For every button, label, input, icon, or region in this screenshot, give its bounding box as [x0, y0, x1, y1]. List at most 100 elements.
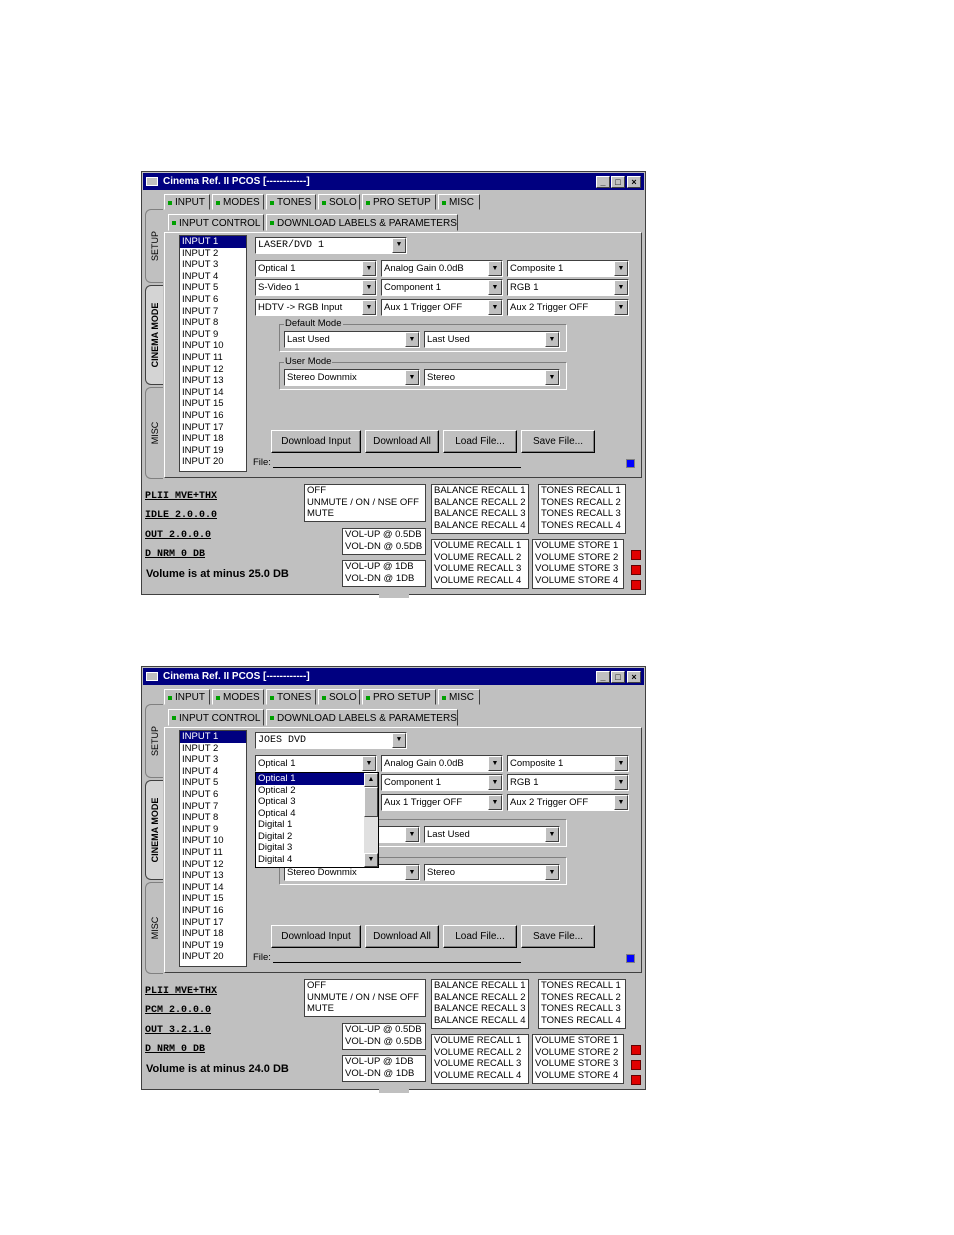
mute-options-list[interactable]: OFF UNMUTE / ON / NSE OFF MUTE — [304, 979, 426, 1017]
chevron-down-icon[interactable]: ▼ — [405, 332, 419, 347]
list-item[interactable]: INPUT 8 — [180, 317, 246, 329]
chevron-down-icon[interactable]: ▼ — [488, 775, 502, 790]
list-item[interactable]: INPUT 10 — [180, 340, 246, 352]
list-item[interactable]: VOLUME STORE 1 — [535, 540, 623, 552]
tab-solo[interactable]: SOLO — [318, 194, 360, 210]
chevron-down-icon[interactable]: ▼ — [614, 775, 628, 790]
default-mode-select-1[interactable]: Last Used ▼ — [284, 331, 420, 348]
list-item[interactable]: INPUT 17 — [180, 422, 246, 434]
list-item[interactable]: TONES RECALL 3 — [541, 508, 625, 520]
list-item[interactable]: VOL-DN @ 1DB — [345, 573, 425, 585]
list-item[interactable]: VOLUME RECALL 4 — [434, 1070, 528, 1082]
aux1-trigger-select[interactable]: Aux 1 Trigger OFF ▼ — [381, 794, 503, 811]
dropdown-option[interactable]: Digital 2 — [256, 831, 364, 843]
list-item[interactable]: INPUT 15 — [180, 893, 246, 905]
list-item[interactable]: INPUT 14 — [180, 387, 246, 399]
list-item[interactable]: INPUT 2 — [180, 743, 246, 755]
list-item[interactable]: INPUT 7 — [180, 801, 246, 813]
tab-modes[interactable]: MODES — [212, 194, 264, 210]
side-tab-misc[interactable]: MISC — [145, 387, 163, 479]
chevron-down-icon[interactable]: ▼ — [545, 865, 559, 880]
list-item[interactable]: OFF — [307, 485, 425, 497]
list-item[interactable]: VOLUME RECALL 3 — [434, 563, 528, 575]
chevron-down-icon[interactable]: ▼ — [488, 795, 502, 810]
list-item[interactable]: INPUT 7 — [180, 306, 246, 318]
input-label-combo[interactable]: JOES DVD ▼ — [255, 732, 407, 749]
subtab-input-control[interactable]: INPUT CONTROL — [168, 709, 264, 726]
list-item[interactable]: VOLUME STORE 3 — [535, 563, 623, 575]
balance-recall-list[interactable]: BALANCE RECALL 1 BALANCE RECALL 2 BALANC… — [431, 484, 529, 534]
list-item[interactable]: INPUT 11 — [180, 847, 246, 859]
list-item[interactable]: VOL-UP @ 1DB — [345, 1056, 425, 1068]
red-store-button-3[interactable] — [631, 1075, 641, 1085]
list-item[interactable]: TONES RECALL 4 — [541, 520, 625, 532]
list-item[interactable]: INPUT 18 — [180, 928, 246, 940]
side-tab-setup[interactable]: SETUP — [145, 704, 163, 778]
list-item[interactable]: INPUT 19 — [180, 940, 246, 952]
dropdown-option[interactable]: Optical 1 — [256, 773, 364, 785]
volume-recall-list[interactable]: VOLUME RECALL 1 VOLUME RECALL 2 VOLUME R… — [431, 539, 529, 589]
dropdown-option[interactable]: Digital 3 — [256, 842, 364, 854]
list-item[interactable]: INPUT 20 — [180, 456, 246, 468]
chevron-down-icon[interactable]: ▼ — [362, 756, 376, 771]
maximize-button[interactable]: □ — [611, 176, 625, 188]
list-item[interactable]: INPUT 12 — [180, 859, 246, 871]
title-bar[interactable]: Cinema Ref. II PCOS [------------] _ □ × — [143, 668, 644, 685]
list-item[interactable]: TONES RECALL 1 — [541, 980, 625, 992]
composite-select[interactable]: Composite 1 ▼ — [507, 260, 629, 277]
chevron-down-icon[interactable]: ▼ — [392, 733, 406, 748]
vol-half-db-list[interactable]: VOL-UP @ 0.5DB VOL-DN @ 0.5DB — [342, 1023, 426, 1050]
tab-modes[interactable]: MODES — [212, 689, 264, 705]
chevron-down-icon[interactable]: ▼ — [405, 827, 419, 842]
chevron-down-icon[interactable]: ▼ — [488, 261, 502, 276]
list-item[interactable]: MUTE — [307, 1003, 425, 1015]
list-item[interactable]: VOL-DN @ 0.5DB — [345, 541, 425, 553]
chevron-down-icon[interactable]: ▼ — [488, 756, 502, 771]
chevron-down-icon[interactable]: ▼ — [488, 300, 502, 315]
chevron-down-icon[interactable]: ▼ — [405, 370, 419, 385]
rgb-select[interactable]: RGB 1 ▼ — [507, 279, 629, 296]
side-tab-setup[interactable]: SETUP — [145, 209, 163, 283]
analog-gain-select[interactable]: Analog Gain 0.0dB ▼ — [381, 260, 503, 277]
blue-indicator-button[interactable] — [626, 459, 635, 468]
list-item[interactable]: MUTE — [307, 508, 425, 520]
side-tab-misc[interactable]: MISC — [145, 882, 163, 974]
list-item[interactable]: BALANCE RECALL 4 — [434, 1015, 528, 1027]
save-file-button[interactable]: Save File... — [521, 430, 595, 453]
list-item[interactable]: INPUT 16 — [180, 410, 246, 422]
minimize-button[interactable]: _ — [596, 176, 610, 188]
aux2-trigger-select[interactable]: Aux 2 Trigger OFF ▼ — [507, 794, 629, 811]
close-button[interactable]: × — [627, 671, 641, 683]
list-item[interactable]: VOL-UP @ 0.5DB — [345, 1024, 425, 1036]
download-all-button[interactable]: Download All — [365, 925, 439, 948]
download-input-button[interactable]: Download Input — [271, 430, 361, 453]
list-item[interactable]: INPUT 6 — [180, 294, 246, 306]
tab-input[interactable]: INPUT — [164, 194, 210, 210]
list-item[interactable]: VOLUME RECALL 1 — [434, 540, 528, 552]
red-store-button-2[interactable] — [631, 1060, 641, 1070]
input-list[interactable]: INPUT 1 INPUT 2 INPUT 3 INPUT 4 INPUT 5 INPUT… — [179, 730, 247, 967]
load-file-button[interactable]: Load File... — [443, 925, 517, 948]
subtab-download-labels[interactable]: DOWNLOAD LABELS & PARAMETERS — [266, 709, 458, 726]
vol-one-db-list[interactable]: VOL-UP @ 1DB VOL-DN @ 1DB — [342, 560, 426, 587]
component-select[interactable]: Component 1 ▼ — [381, 774, 503, 791]
list-item[interactable]: INPUT 4 — [180, 766, 246, 778]
list-item[interactable]: BALANCE RECALL 1 — [434, 485, 528, 497]
red-store-button-2[interactable] — [631, 565, 641, 575]
default-mode-select-2[interactable]: Last Used ▼ — [424, 826, 560, 843]
list-item[interactable]: BALANCE RECALL 3 — [434, 1003, 528, 1015]
list-item[interactable]: TONES RECALL 3 — [541, 1003, 625, 1015]
minimize-button[interactable]: _ — [596, 671, 610, 683]
hdtv-select[interactable]: HDTV -> RGB Input ▼ — [255, 299, 377, 316]
dropdown-option[interactable]: Optical 3 — [256, 796, 364, 808]
default-mode-select-2[interactable]: Last Used ▼ — [424, 331, 560, 348]
list-item[interactable]: VOLUME RECALL 3 — [434, 1058, 528, 1070]
load-file-button[interactable]: Load File... — [443, 430, 517, 453]
chevron-down-icon[interactable]: ▼ — [614, 261, 628, 276]
list-item[interactable]: VOL-UP @ 0.5DB — [345, 529, 425, 541]
list-item[interactable]: VOLUME RECALL 4 — [434, 575, 528, 587]
tab-solo[interactable]: SOLO — [318, 689, 360, 705]
list-item[interactable]: INPUT 9 — [180, 329, 246, 341]
user-mode-select-2[interactable]: Stereo ▼ — [424, 369, 560, 386]
list-item[interactable]: INPUT 19 — [180, 445, 246, 457]
